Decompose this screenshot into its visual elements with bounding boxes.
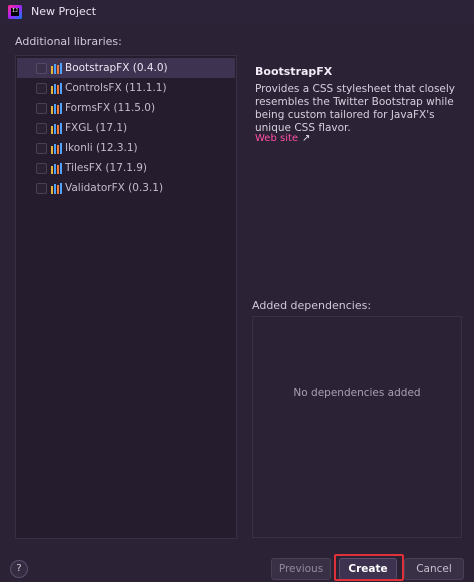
library-checkbox[interactable]: [36, 182, 47, 194]
library-checkbox[interactable]: [36, 62, 47, 74]
library-name: ValidatorFX (0.3.1): [65, 182, 164, 194]
added-dependencies-list: No dependencies added: [252, 316, 462, 538]
library-icon: [51, 162, 62, 174]
library-item-ikonli[interactable]: Ikonli (12.3.1): [17, 138, 235, 158]
no-dependencies-text: No dependencies added: [293, 387, 421, 399]
library-icon: [51, 142, 62, 154]
additional-libraries-label: Additional libraries:: [15, 35, 122, 48]
window-title: New Project: [31, 5, 97, 18]
help-button[interactable]: ?: [10, 560, 28, 578]
library-details-description: Provides a CSS stylesheet that closely r…: [255, 83, 456, 134]
library-checkbox[interactable]: [36, 102, 47, 114]
library-name: Ikonli (12.3.1): [65, 142, 138, 154]
title-bar: IJ New Project: [0, 0, 474, 24]
library-item-controlsfx[interactable]: ControlsFX (11.1.1): [17, 78, 235, 98]
cancel-button[interactable]: Cancel: [404, 558, 464, 580]
library-name: TilesFX (17.1.9): [65, 162, 148, 174]
libraries-list: BootstrapFX (0.4.0) ControlsFX (11.1.1) …: [15, 55, 237, 539]
library-icon: [51, 122, 62, 134]
library-item-validatorfx[interactable]: ValidatorFX (0.3.1): [17, 178, 235, 198]
library-name: ControlsFX (11.1.1): [65, 82, 167, 94]
library-icon: [51, 182, 62, 194]
library-checkbox[interactable]: [36, 142, 47, 154]
library-item-fxgl[interactable]: FXGL (17.1): [17, 118, 235, 138]
library-name: FormsFX (11.5.0): [65, 102, 156, 114]
library-name: BootstrapFX (0.4.0): [65, 62, 168, 74]
library-checkbox[interactable]: [36, 162, 47, 174]
library-icon: [51, 82, 62, 94]
library-item-bootstrapfx[interactable]: BootstrapFX (0.4.0): [17, 58, 235, 78]
external-link-arrow-icon: ↗: [302, 133, 311, 144]
website-link[interactable]: Web site ↗: [255, 133, 310, 144]
library-checkbox[interactable]: [36, 82, 47, 94]
added-dependencies-label: Added dependencies:: [252, 299, 372, 312]
intellij-app-icon: IJ: [8, 5, 22, 19]
library-name: FXGL (17.1): [65, 122, 128, 134]
create-button[interactable]: Create: [339, 558, 397, 580]
library-icon: [51, 62, 62, 74]
website-link-label[interactable]: Web site: [255, 133, 298, 144]
library-details-title: BootstrapFX: [255, 65, 333, 78]
previous-button[interactable]: Previous: [271, 558, 331, 580]
library-details-panel: BootstrapFX Provides a CSS stylesheet th…: [244, 55, 466, 295]
library-item-formsfx[interactable]: FormsFX (11.5.0): [17, 98, 235, 118]
library-checkbox[interactable]: [36, 122, 47, 134]
library-icon: [51, 102, 62, 114]
library-item-tilesfx[interactable]: TilesFX (17.1.9): [17, 158, 235, 178]
